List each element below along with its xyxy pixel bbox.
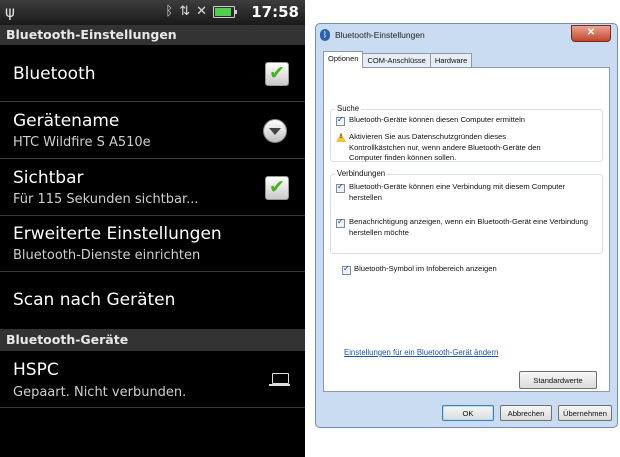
group-label: Suche xyxy=(335,104,362,113)
warning-icon: ! xyxy=(336,133,346,142)
checkmark-icon: ✔ xyxy=(269,176,285,198)
tray-icon-checkbox[interactable] xyxy=(342,264,351,275)
tab-strip: Optionen COM-Anschlüsse Hardware xyxy=(323,51,473,68)
search-group: Suche Bluetooth-Geräte können diesen Com… xyxy=(330,104,603,162)
discoverable-checkbox[interactable] xyxy=(336,115,345,126)
dialog-title: Bluetooth-Einstellungen xyxy=(335,30,425,40)
android-bluetooth-screen: ψ ᛒ ⇅ ✕ 17:58 Bluetooth-Einstellungen Bl… xyxy=(0,0,305,457)
bluetooth-settings-dialog: ᛒ Bluetooth-Einstellungen ✕ Optionen COM… xyxy=(315,23,618,428)
ok-button[interactable]: OK xyxy=(442,405,494,421)
title-bar: ᛒ Bluetooth-Einstellungen ✕ xyxy=(316,24,617,46)
laptop-icon xyxy=(269,373,290,386)
allow-connections-checkbox[interactable] xyxy=(336,182,345,193)
checkmark-icon: ✔ xyxy=(269,62,285,84)
device-settings-link[interactable]: Einstellungen für ein Bluetooth-Gerät än… xyxy=(344,348,498,357)
options-panel: Suche Bluetooth-Geräte können diesen Com… xyxy=(323,67,610,392)
bluetooth-icon: ᛒ xyxy=(320,29,330,41)
option-label: Bluetooth-Geräte können eine Verbindung … xyxy=(349,182,566,202)
chevron-down-icon[interactable] xyxy=(263,119,287,143)
setting-title: Erweiterte Einstellungen xyxy=(13,224,222,244)
setting-subtitle: Bluetooth-Dienste einrichten xyxy=(13,248,201,263)
option-label: Bluetooth-Symbol im Infobereich anzeigen xyxy=(354,264,497,273)
cancel-button[interactable]: Abbrechen xyxy=(500,405,552,421)
tab-options[interactable]: Optionen xyxy=(323,51,364,68)
setting-title: Gerätename xyxy=(13,111,120,131)
bluetooth-checkbox[interactable]: ✔ xyxy=(265,62,289,86)
setting-subtitle: HTC Wildfire S A510e xyxy=(13,135,151,150)
setting-device-name[interactable]: Gerätename HTC Wildfire S A510e xyxy=(0,102,305,159)
setting-subtitle: Für 115 Sekunden sichtbar... xyxy=(13,192,199,207)
setting-title: Scan nach Geräten xyxy=(13,290,176,310)
tab-hardware[interactable]: Hardware xyxy=(429,53,473,68)
status-bar: ψ ᛒ ⇅ ✕ 17:58 xyxy=(0,0,305,25)
setting-advanced[interactable]: Erweiterte Einstellungen Bluetooth-Diens… xyxy=(0,216,305,272)
signal-off-icon: ✕ xyxy=(196,4,207,19)
close-button[interactable]: ✕ xyxy=(571,25,611,42)
setting-visible[interactable]: Sichtbar Für 115 Sekunden sichtbar... ✔ xyxy=(0,159,305,216)
setting-title: Bluetooth xyxy=(13,64,96,84)
usb-icon: ψ xyxy=(5,3,15,21)
device-title: HSPC xyxy=(13,360,59,380)
battery-icon xyxy=(213,6,237,18)
bluetooth-icon: ᛒ xyxy=(165,4,174,19)
sync-icon: ⇅ xyxy=(179,4,191,19)
setting-bluetooth[interactable]: Bluetooth ✔ xyxy=(0,45,305,102)
visible-checkbox[interactable]: ✔ xyxy=(265,176,289,200)
section-header-devices: Bluetooth-Geräte xyxy=(0,329,305,351)
setting-title: Sichtbar xyxy=(13,168,84,188)
defaults-button[interactable]: Standardwerte xyxy=(519,371,597,389)
option-label: Bluetooth-Geräte können diesen Computer … xyxy=(349,115,526,124)
setting-scan[interactable]: Scan nach Geräten xyxy=(0,272,305,329)
tab-com-ports[interactable]: COM-Anschlüsse xyxy=(362,53,431,68)
device-hspc[interactable]: HSPC Gepaart. Nicht verbunden. xyxy=(0,351,305,408)
section-header-settings: Bluetooth-Einstellungen xyxy=(0,25,305,45)
apply-button[interactable]: Übernehmen xyxy=(558,405,612,421)
notify-checkbox[interactable] xyxy=(336,217,345,228)
clock: 17:58 xyxy=(251,3,299,21)
option-label: Benachrichtigung anzeigen, wenn ein Blue… xyxy=(349,217,588,237)
group-label: Verbindungen xyxy=(335,169,388,178)
warning-text: Aktivieren Sie aus Datenschutzgründen di… xyxy=(349,132,541,162)
connections-group: Verbindungen Bluetooth-Geräte können ein… xyxy=(330,169,603,254)
device-subtitle: Gepaart. Nicht verbunden. xyxy=(13,385,187,400)
